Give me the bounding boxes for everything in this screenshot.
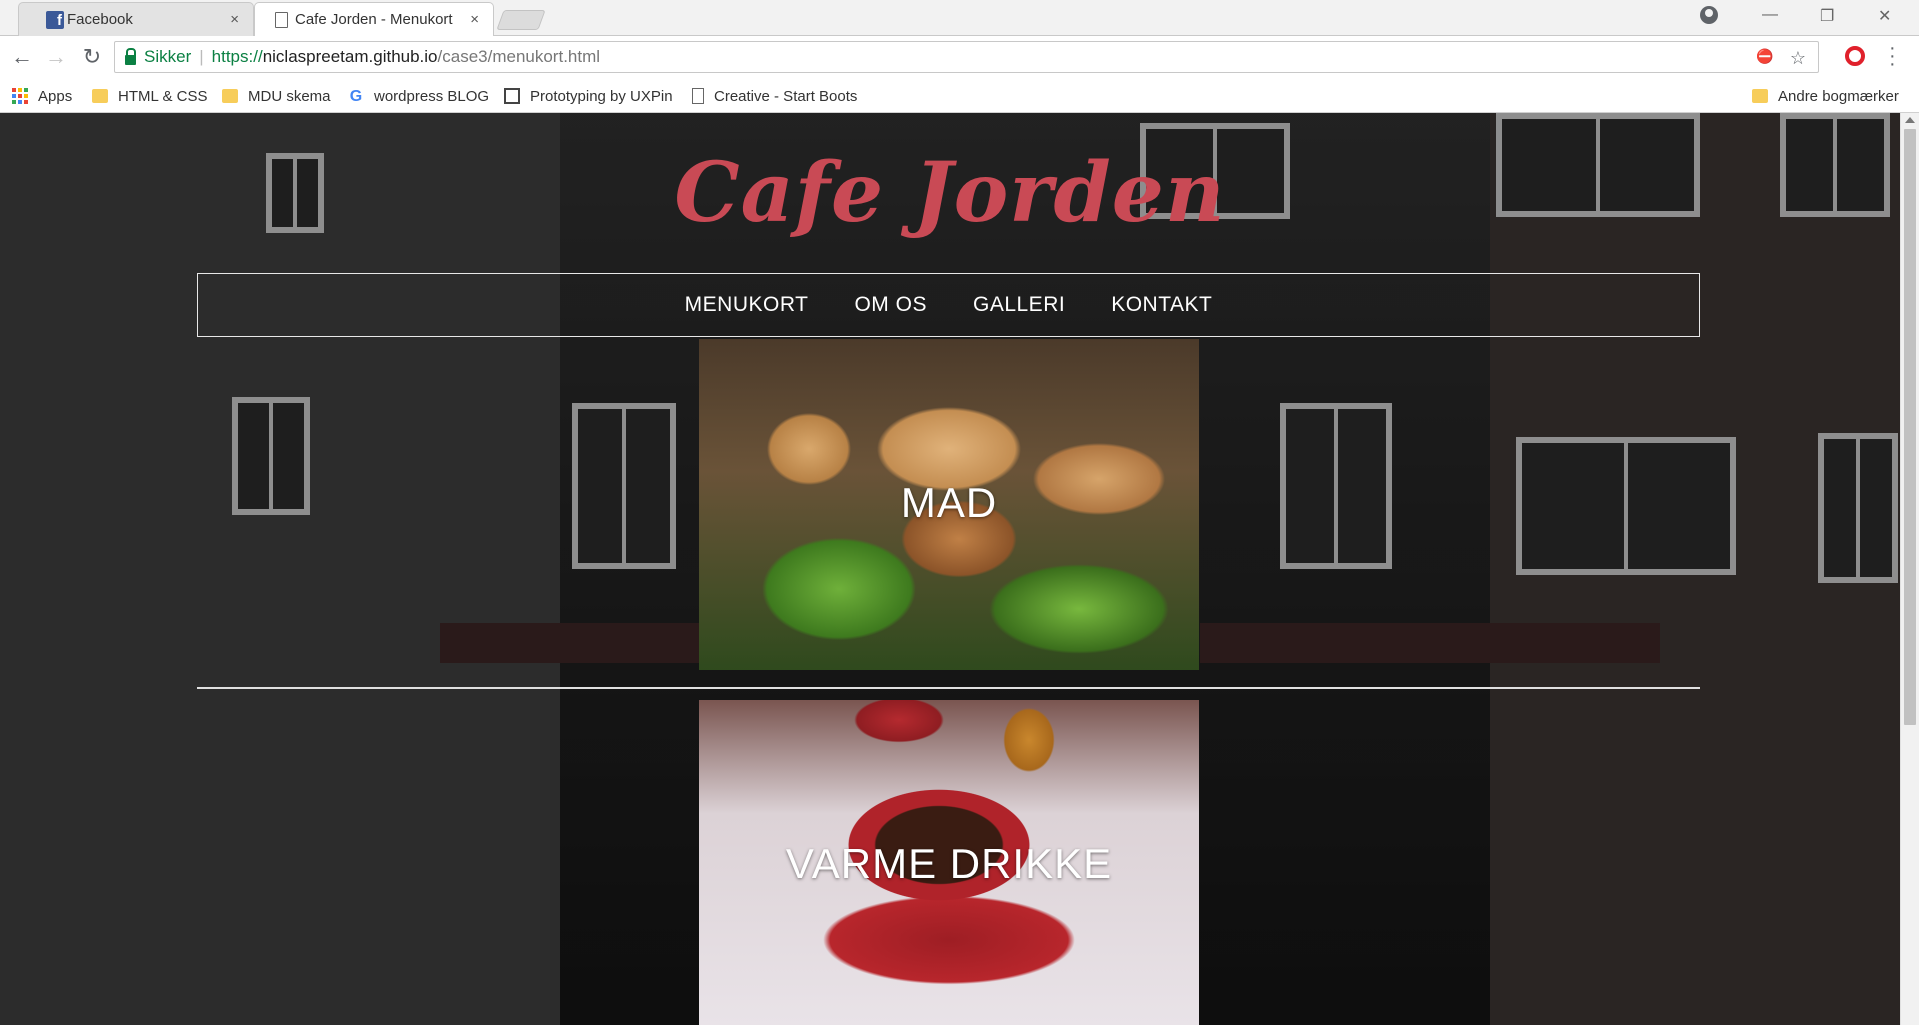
background-window (1516, 437, 1736, 575)
opera-extension-icon[interactable] (1845, 46, 1865, 66)
facebook-icon: f (46, 11, 64, 29)
square-icon (504, 88, 520, 104)
bookmark-creative-start-bootstrap[interactable]: Creative - Start Boots (692, 85, 860, 107)
nav-link-menukort[interactable]: MENUKORT (685, 293, 809, 317)
bookmark-label: Apps (38, 87, 73, 105)
section-divider (197, 687, 1700, 689)
tab-title: Cafe Jorden - Menukort (295, 11, 453, 28)
background-awning (1200, 623, 1660, 663)
apps-grid-icon (12, 88, 28, 104)
url-path: /case3/menukort.html (437, 47, 601, 66)
menu-card-mad[interactable]: MAD (699, 339, 1199, 670)
url-host: niclaspreetam.github.io (262, 47, 438, 66)
bookmark-star-icon[interactable]: ☆ (1790, 48, 1806, 69)
scroll-thumb[interactable] (1904, 129, 1916, 725)
background-awning (440, 623, 700, 663)
url-scheme: https:// (211, 47, 263, 66)
apps-grid-dot (12, 94, 16, 98)
cookie-blocked-icon[interactable]: ⛔ (1756, 48, 1773, 69)
background-building-left (0, 113, 560, 1025)
bookmark-wordpress-blog[interactable]: G wordpress BLOG (348, 85, 489, 107)
forward-icon[interactable]: → (42, 44, 70, 70)
menu-card-title: VARME DRIKKE (785, 840, 1113, 887)
bookmarks-bar: Apps HTML & CSS MDU skema G wordpress BL… (0, 79, 1919, 113)
background-window (1818, 433, 1898, 583)
main-nav: MENUKORT OM OS GALLERI KONTAKT (197, 273, 1700, 337)
nav-link-kontakt[interactable]: KONTAKT (1111, 293, 1212, 317)
bookmark-label: Creative - Start Boots (714, 87, 858, 105)
bookmark-other[interactable]: Andre bogmærker (1752, 85, 1899, 107)
site-logo[interactable]: Cafe Jorden (0, 145, 1900, 241)
omnibox-actions: ⛔ ☆ (1756, 48, 1806, 69)
background-window (232, 397, 310, 515)
google-icon: G (349, 88, 363, 105)
page-scrollbar[interactable] (1900, 113, 1919, 1025)
new-tab-button[interactable] (496, 10, 546, 30)
tab-facebook[interactable]: f Facebook × (18, 2, 254, 36)
browser-menu-icon[interactable]: · · · (1889, 38, 1896, 74)
bookmark-label: MDU skema (248, 87, 331, 105)
apps-grid-dot (24, 88, 28, 92)
bookmark-label: Prototyping by UXPin (530, 87, 673, 105)
lock-icon (125, 48, 136, 65)
folder-icon (1752, 89, 1768, 103)
bookmark-prototyping-uxpin[interactable]: Prototyping by UXPin (504, 85, 673, 107)
back-icon[interactable]: ← (8, 44, 36, 70)
background-window (572, 403, 676, 569)
profile-icon[interactable] (1700, 6, 1718, 24)
apps-grid-dot (18, 88, 22, 92)
folder-icon (222, 89, 238, 103)
apps-grid-dot (18, 100, 22, 104)
bookmark-label: Andre bogmærker (1778, 87, 1899, 105)
bookmark-label: wordpress BLOG (374, 87, 490, 105)
apps-grid-dot (18, 94, 22, 98)
minimize-icon[interactable]: — (1762, 6, 1778, 24)
bookmark-apps[interactable]: Apps (12, 85, 72, 107)
scroll-up-arrow-icon[interactable] (1905, 117, 1915, 123)
bookmark-html-css[interactable]: HTML & CSS (92, 85, 207, 107)
close-tab-icon[interactable]: × (470, 11, 479, 28)
close-tab-icon[interactable]: × (230, 11, 239, 28)
nav-link-om-os[interactable]: OM OS (854, 293, 927, 317)
browser-toolbar: ← → ↻ Sikker | https:// niclaspreetam.gi… (0, 36, 1919, 79)
omnibox-separator: | (199, 47, 204, 66)
background-window (1280, 403, 1392, 569)
bookmark-mdu-skema[interactable]: MDU skema (222, 85, 331, 107)
reload-icon[interactable]: ↻ (78, 44, 106, 70)
tab-strip: f Facebook × Cafe Jorden - Menukort × — … (0, 0, 1919, 37)
apps-grid-dot (12, 100, 16, 104)
address-bar[interactable]: Sikker | https:// niclaspreetam.github.i… (114, 41, 1819, 73)
apps-grid-dot (24, 100, 28, 104)
folder-icon (92, 89, 108, 103)
page-icon (692, 88, 704, 104)
page-viewport: Cafe Jorden MENUKORT OM OS GALLERI KONTA… (0, 113, 1900, 1025)
restore-icon[interactable]: ❐ (1820, 6, 1834, 26)
page-icon (275, 12, 288, 28)
secure-label: Sikker (144, 47, 192, 66)
bookmark-label: HTML & CSS (118, 87, 208, 105)
apps-grid-dot (24, 94, 28, 98)
tab-title: Facebook (67, 11, 133, 28)
apps-grid-dot (12, 88, 16, 92)
menu-card-varme-drikke[interactable]: VARME DRIKKE (699, 700, 1199, 1025)
close-window-icon[interactable]: ✕ (1878, 6, 1891, 26)
nav-link-galleri[interactable]: GALLERI (973, 293, 1065, 317)
tab-cafe-jorden[interactable]: Cafe Jorden - Menukort × (254, 2, 494, 37)
menu-card-title: MAD (900, 479, 998, 526)
